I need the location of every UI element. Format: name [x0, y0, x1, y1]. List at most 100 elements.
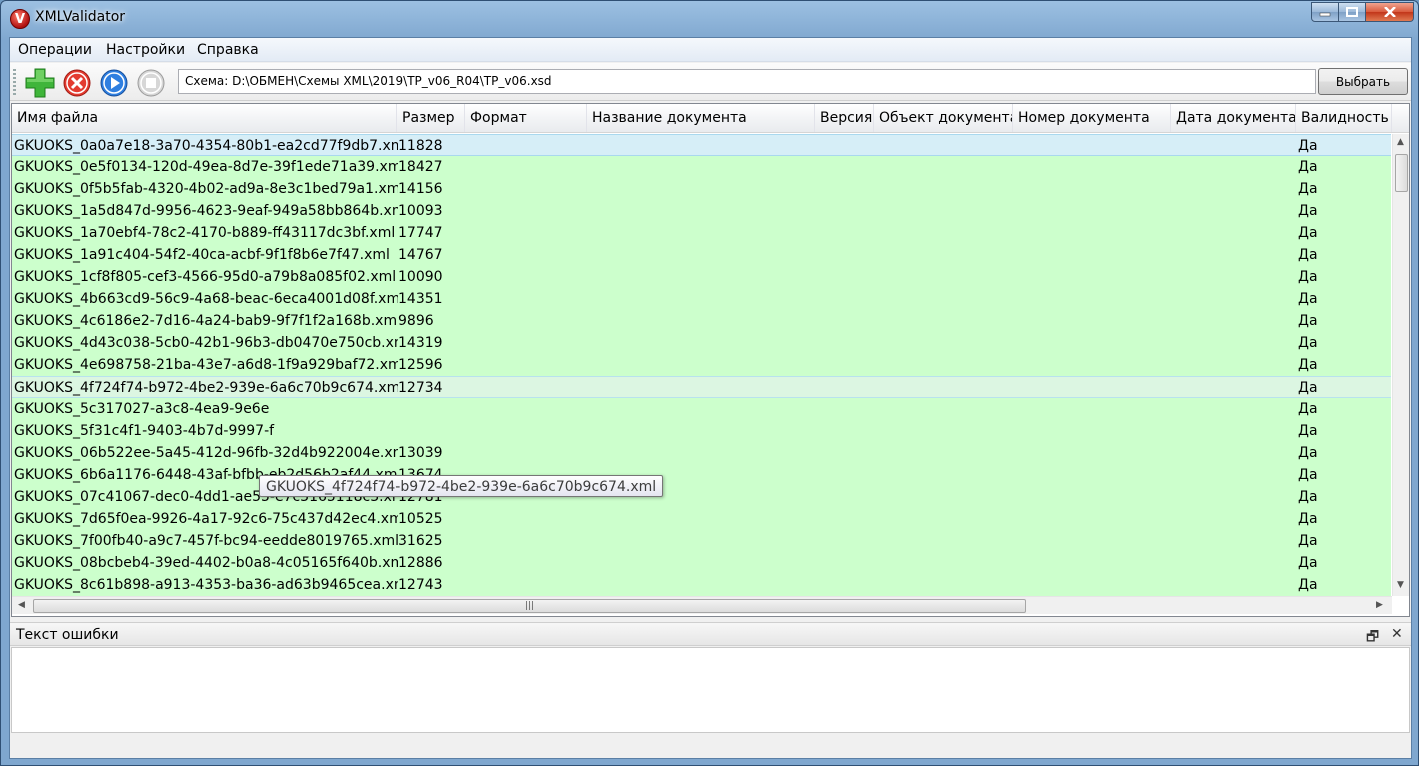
table-row[interactable]: GKUOKS_4b663cd9-56c9-4a68-beac-6eca4001d… — [12, 288, 1391, 310]
close-button[interactable] — [1366, 2, 1414, 22]
error-text-area[interactable] — [11, 647, 1410, 733]
title-bar[interactable]: V XMLValidator — [1, 1, 1418, 35]
table-row[interactable]: GKUOKS_1a91c404-54f2-40ca-acbf-9f1f8b6e7… — [12, 244, 1391, 266]
plus-icon — [25, 68, 55, 98]
table-row[interactable]: GKUOKS_4e698758-21ba-43e7-a6d8-1f9a929ba… — [12, 354, 1391, 376]
cell-filename: GKUOKS_06b522ee-5a45-412d-96fb-32d4b9220… — [14, 445, 398, 461]
cell-filename: GKUOKS_0a0a7e18-3a70-4354-80b1-ea2cd77f9… — [14, 138, 398, 154]
window-title: XMLValidator — [35, 9, 126, 25]
table-row[interactable]: GKUOKS_1a70ebf4-78c2-4170-b889-ff43117dc… — [12, 222, 1391, 244]
column-header-filename[interactable]: Имя файла — [12, 104, 397, 132]
vertical-scroll-thumb[interactable] — [1395, 154, 1408, 192]
table-row[interactable]: GKUOKS_4c6186e2-7d16-4a24-bab9-9f7f1f2a1… — [12, 310, 1391, 332]
horizontal-scroll-thumb[interactable]: ||| — [33, 599, 1026, 613]
error-panel: Текст ошибки 🗗 ✕ — [10, 622, 1411, 758]
panel-close-icon[interactable]: ✕ — [1391, 626, 1403, 642]
cell-validity: Да — [1298, 291, 1318, 307]
cell-filename: GKUOKS_8c61b898-a913-4353-ba36-ad63b9465… — [14, 577, 398, 593]
add-button[interactable] — [24, 67, 56, 99]
table-row[interactable]: GKUOKS_6b6a1176-6448-43af-bfbb-eb2d56b2a… — [12, 464, 1391, 486]
table-row[interactable]: GKUOKS_7d65f0ea-9926-4a17-92c6-75c437d42… — [12, 508, 1391, 530]
table-row[interactable]: GKUOKS_7f00fb40-a9c7-457f-bc94-eedde8019… — [12, 530, 1391, 552]
cell-size: 14767 — [398, 247, 443, 263]
cell-validity: Да — [1298, 203, 1318, 219]
column-header-doc-date[interactable]: Дата документа — [1171, 104, 1296, 132]
column-header-validity[interactable]: Валидность — [1296, 104, 1392, 132]
table-row[interactable]: GKUOKS_4d43c038-5cb0-42b1-96b3-db0470e75… — [12, 332, 1391, 354]
minimize-icon — [1319, 12, 1331, 17]
stop-button[interactable] — [135, 67, 167, 99]
column-header-doc-number[interactable]: Номер документа — [1013, 104, 1171, 132]
cell-size: 12734 — [398, 380, 443, 396]
cell-validity: Да — [1298, 225, 1318, 241]
scroll-right-icon[interactable]: ▶ — [1376, 600, 1383, 610]
table-row[interactable]: GKUOKS_0a0a7e18-3a70-4354-80b1-ea2cd77f9… — [12, 134, 1391, 156]
cell-size: 14156 — [398, 181, 443, 197]
cell-filename: GKUOKS_4c6186e2-7d16-4a24-bab9-9f7f1f2a1… — [14, 313, 398, 329]
table-row[interactable]: GKUOKS_06b522ee-5a45-412d-96fb-32d4b9220… — [12, 442, 1391, 464]
play-icon — [100, 69, 128, 97]
cell-validity: Да — [1298, 380, 1318, 396]
vertical-scrollbar[interactable]: ▲ ▼ — [1392, 134, 1409, 596]
delete-button[interactable] — [61, 67, 93, 99]
table-row[interactable]: GKUOKS_1cf8f805-cef3-4566-95d0-a79b8a085… — [12, 266, 1391, 288]
cell-size: 11828 — [398, 138, 443, 154]
table-row[interactable]: GKUOKS_5c317027-a3c8-4ea9-9e6e Да — [12, 398, 1391, 420]
cell-validity: Да — [1298, 159, 1318, 175]
filename-tooltip: GKUOKS_4f724f74-b972-4be2-939e-6a6c70b9c… — [259, 475, 664, 497]
table-row[interactable]: GKUOKS_0f5b5fab-4320-4b02-ad9a-8e3c1bed7… — [12, 178, 1391, 200]
menu-operations[interactable]: Операции — [18, 42, 92, 58]
minimize-button[interactable] — [1311, 2, 1339, 22]
cell-filename: GKUOKS_1a91c404-54f2-40ca-acbf-9f1f8b6e7… — [14, 247, 390, 263]
app-logo-icon: V — [10, 9, 30, 29]
cell-validity: Да — [1298, 138, 1318, 154]
table-row[interactable]: GKUOKS_4f724f74-b972-4be2-939e-6a6c70b9c… — [12, 376, 1391, 398]
choose-schema-button[interactable]: Выбрать — [1318, 68, 1408, 95]
table-row[interactable]: GKUOKS_0e5f0134-120d-49ea-8d7e-39f1ede71… — [12, 156, 1391, 178]
cell-filename: GKUOKS_5f31c4f1-9403-4b7d-9997-f — [14, 423, 275, 439]
error-panel-title: Текст ошибки — [16, 627, 119, 643]
cell-validity: Да — [1298, 313, 1318, 329]
maximize-button[interactable] — [1339, 2, 1366, 22]
delete-icon — [63, 69, 91, 97]
cell-size: 10093 — [398, 203, 443, 219]
table-row[interactable]: GKUOKS_07c41067-dec0-4dd1-ae55-e7c316511… — [12, 486, 1391, 508]
cell-validity: Да — [1298, 181, 1318, 197]
column-header-doc-object[interactable]: Объект документа — [874, 104, 1013, 132]
files-table: Имя файла Размер Формат Название докумен… — [11, 103, 1410, 617]
menu-settings[interactable]: Настройки — [106, 42, 185, 58]
run-button[interactable] — [98, 67, 130, 99]
cell-size: 31625 — [398, 533, 443, 549]
menu-bar: Операции Настройки Справка — [10, 38, 1411, 62]
column-header-doc-name[interactable]: Название документа — [587, 104, 815, 132]
cell-filename: GKUOKS_1a70ebf4-78c2-4170-b889-ff43117dc… — [14, 225, 396, 241]
column-header-version[interactable]: Версия — [815, 104, 874, 132]
menu-help[interactable]: Справка — [197, 42, 259, 58]
error-panel-header: Текст ошибки 🗗 ✕ — [10, 622, 1411, 646]
cell-size: 14351 — [398, 291, 443, 307]
table-row[interactable]: GKUOKS_1a5d847d-9956-4623-9eaf-949a58bb8… — [12, 200, 1391, 222]
table-row[interactable]: GKUOKS_08bcbeb4-39ed-4402-b0a8-4c05165f6… — [12, 552, 1391, 574]
table-row[interactable]: GKUOKS_8c61b898-a913-4353-ba36-ad63b9465… — [12, 574, 1391, 596]
table-row[interactable]: GKUOKS_5f31c4f1-9403-4b7d-9997-f Да — [12, 420, 1391, 442]
cell-filename: GKUOKS_7f00fb40-a9c7-457f-bc94-eedde8019… — [14, 533, 398, 549]
cell-validity: Да — [1298, 423, 1318, 439]
table-body: GKUOKS_0a0a7e18-3a70-4354-80b1-ea2cd77f9… — [12, 134, 1391, 596]
cell-validity: Да — [1298, 269, 1318, 285]
cell-validity: Да — [1298, 445, 1318, 461]
cell-filename: GKUOKS_0f5b5fab-4320-4b02-ad9a-8e3c1bed7… — [14, 181, 398, 197]
scroll-up-icon[interactable]: ▲ — [1397, 137, 1404, 147]
column-header-size[interactable]: Размер — [397, 104, 465, 132]
schema-path-field[interactable]: Схема: D:\ОБМЕН\Схемы XML\2019\TP_v06_R0… — [178, 69, 1316, 94]
column-header-format[interactable]: Формат — [465, 104, 587, 132]
cell-filename: GKUOKS_1cf8f805-cef3-4566-95d0-a79b8a085… — [14, 269, 397, 285]
scroll-down-icon[interactable]: ▼ — [1397, 580, 1404, 590]
horizontal-scrollbar[interactable]: ◀ ||| ▶ — [12, 596, 1392, 614]
status-bar — [10, 734, 1411, 756]
toolbar: Схема: D:\ОБМЕН\Схемы XML\2019\TP_v06_R0… — [10, 63, 1411, 101]
maximize-icon — [1346, 7, 1358, 17]
scroll-left-icon[interactable]: ◀ — [18, 600, 25, 610]
client-area: Операции Настройки Справка Схема: D:\ОБМ… — [9, 37, 1412, 759]
toolbar-grip[interactable] — [13, 69, 16, 95]
cell-validity: Да — [1298, 357, 1318, 373]
